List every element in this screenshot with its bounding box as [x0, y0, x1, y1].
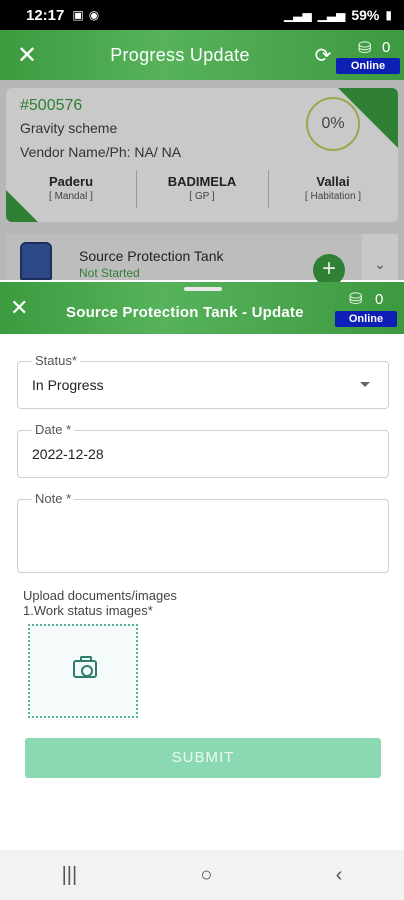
work-code: #500576 [20, 97, 83, 114]
close-icon[interactable]: ✕ [0, 41, 54, 70]
date-label: Date * [32, 422, 75, 437]
database-icon: ⛁ [358, 40, 372, 57]
progress-percent: 0% [321, 115, 345, 132]
sheet-title: Source Protection Tank - Update [66, 304, 304, 321]
status-bar: 12:17 ▣ ◉ ▁▃▅ ▁▃▅ 59% ▮ [0, 0, 404, 30]
status-label: Status* [32, 353, 80, 368]
work-summary-card: #500576 Gravity scheme Vendor Name/Ph: N… [6, 88, 398, 222]
sync-count: 0 [382, 39, 391, 56]
database-icon[interactable]: ⛁ [349, 289, 362, 309]
note-label: Note * [32, 491, 75, 506]
system-icons: ▁▃▅ ▁▃▅ 59% ▮ [284, 7, 392, 23]
signal-icon: ▁▃▅ [283, 8, 312, 22]
status-value: In Progress [32, 377, 104, 393]
date-field[interactable]: Date * 2022-12-28 [17, 422, 389, 478]
location-name: BADIMELA [167, 174, 237, 189]
work-item-row[interactable]: Source Protection Tank Not Started + ⌄ [6, 234, 398, 286]
page-title: Progress Update [110, 44, 250, 65]
location-habitation: Vallai [ Habitation ] [268, 174, 398, 202]
dropdown-arrow-icon [360, 382, 370, 387]
back-icon[interactable]: ‹ [336, 864, 343, 887]
online-badge: Online [335, 311, 397, 327]
submit-button[interactable]: SUBMIT [25, 738, 381, 778]
upload-title: Upload documents/images [23, 588, 177, 603]
location-name: Vallai [316, 174, 350, 189]
progress-ring: 0% [306, 97, 360, 151]
location-type: [ GP ] [189, 191, 215, 202]
location-gp: BADIMELA [ GP ] [137, 174, 267, 202]
refresh-icon[interactable]: ⟳ [306, 43, 340, 68]
sync-count: 0 [375, 291, 384, 308]
image-upload-box[interactable] [28, 624, 138, 718]
battery-level: 59% [351, 7, 380, 23]
vendor-info: Vendor Name/Ph: NA/ NA [20, 144, 182, 160]
location-type: [ Mandal ] [49, 191, 93, 202]
system-nav-bar: ||| ○ ‹ [0, 850, 404, 900]
notification-icons: ▣ ◉ [72, 8, 99, 22]
date-value: 2022-12-28 [32, 446, 104, 462]
signal-icon-2: ▁▃▅ [317, 8, 346, 22]
scheme-type: Gravity scheme [20, 120, 118, 136]
upload-section-label: Upload documents/images 1.Work status im… [23, 588, 177, 618]
work-item-name: Source Protection Tank [79, 248, 224, 264]
tank-icon [20, 242, 52, 280]
chevron-down-icon[interactable]: ⌄ [362, 234, 398, 280]
status-select[interactable]: Status* In Progress [17, 353, 389, 409]
work-item-status: Not Started [79, 266, 140, 280]
home-icon[interactable]: ○ [200, 864, 212, 887]
location-mandal: Paderu [ Mandal ] [6, 174, 136, 202]
clock: 12:17 [26, 6, 65, 24]
app-notification-icon: ◉ [88, 8, 100, 22]
online-badge: Online [336, 58, 400, 74]
image-notification-icon: ▣ [72, 8, 84, 22]
location-type: [ Habitation ] [304, 191, 362, 202]
note-field[interactable]: Note * [17, 491, 389, 573]
battery-icon: ▮ [385, 8, 392, 22]
location-name: Paderu [48, 174, 94, 189]
upload-subtitle: 1.Work status images* [23, 603, 153, 618]
recent-apps-icon[interactable]: ||| [62, 864, 78, 887]
drag-handle[interactable] [184, 287, 222, 291]
camera-icon [73, 656, 97, 678]
close-icon[interactable]: ✕ [10, 295, 28, 321]
